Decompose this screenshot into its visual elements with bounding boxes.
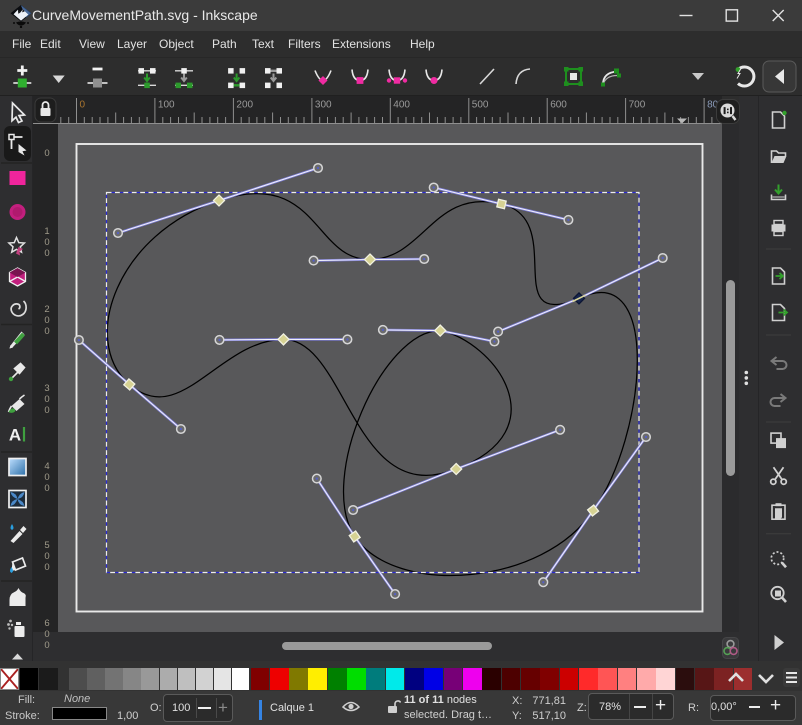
svg-text:100: 100	[158, 100, 175, 111]
svg-text:0: 0	[80, 100, 86, 111]
svg-text:600: 600	[550, 100, 567, 111]
svg-text:400: 400	[393, 100, 410, 111]
svg-text:500: 500	[472, 100, 489, 111]
svg-text:300: 300	[315, 100, 332, 111]
svg-text:700: 700	[629, 100, 646, 111]
svg-text:A: A	[9, 426, 21, 445]
svg-text:200: 200	[236, 100, 253, 111]
